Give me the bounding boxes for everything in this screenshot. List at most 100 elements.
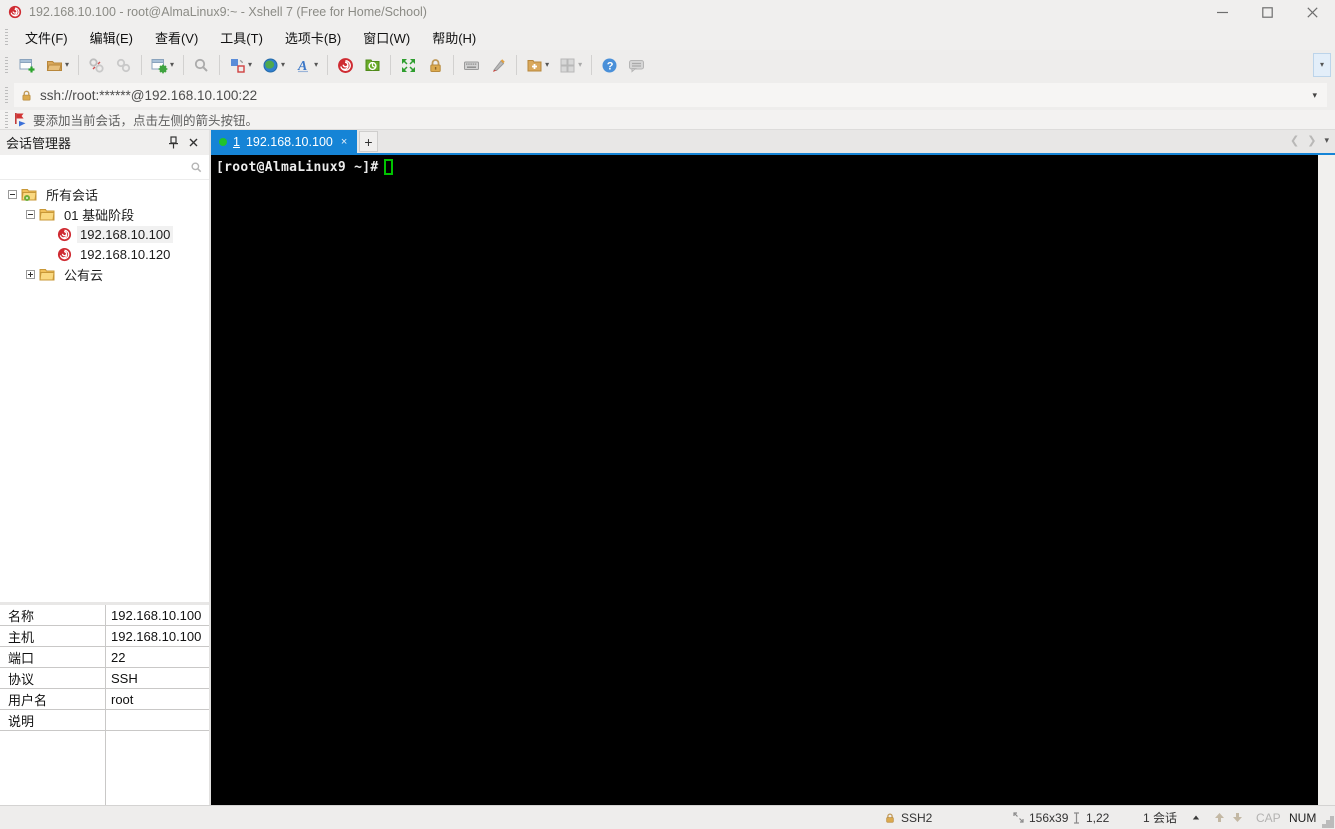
new-terminal-icon	[526, 57, 543, 74]
tree-item-folder-cloud[interactable]: 公有云	[0, 264, 209, 284]
menu-edit[interactable]: 编辑(E)	[79, 24, 144, 51]
web-globe-button[interactable]: ▾	[258, 52, 289, 78]
tree-item-label[interactable]: 01 基础阶段	[61, 204, 137, 225]
reconnect-icon	[115, 57, 132, 74]
maximize-button[interactable]	[1245, 0, 1290, 24]
tab-scroll-right-icon[interactable]: ❯	[1307, 134, 1316, 147]
scroll-down-icon[interactable]	[1231, 811, 1244, 824]
tree-item-label[interactable]: 192.168.10.100	[77, 225, 174, 243]
terminal-cursor	[383, 159, 393, 175]
new-terminal-dropdown-icon[interactable]: ▾	[545, 61, 549, 69]
menu-help[interactable]: 帮助(H)	[421, 24, 487, 51]
terminal-screen[interactable]: [root@AlmaLinux9 ~]#	[211, 155, 1335, 805]
tree-item-all-sessions[interactable]: 所有会话	[0, 184, 209, 204]
status-protocol: SSH2	[884, 806, 932, 829]
menu-window[interactable]: 窗口(W)	[352, 24, 421, 51]
infobar: 要添加当前会话，点击左侧的箭头按钮。	[0, 110, 1335, 130]
new-terminal-button[interactable]: ▾	[522, 52, 553, 78]
status-session-count[interactable]: 1 会话	[1143, 806, 1200, 829]
new-session-button[interactable]	[15, 52, 40, 78]
tab-navigation: ❮ ❯ ▾	[1290, 134, 1329, 147]
expand-toggle-icon[interactable]	[26, 269, 35, 279]
resize-grip[interactable]	[1330, 824, 1334, 828]
grid-layout-dropdown-icon[interactable]: ▾	[578, 61, 582, 69]
tree-item-label[interactable]: 192.168.10.120	[77, 246, 173, 263]
status-scroll-buttons	[1213, 806, 1244, 829]
close-button[interactable]	[1290, 0, 1335, 24]
flag-icon	[14, 112, 27, 127]
xshell-logo-icon	[8, 5, 22, 19]
tree-item-session-100[interactable]: 192.168.10.100	[0, 224, 209, 244]
grid-layout-icon	[559, 57, 576, 74]
terminal-scrollbar[interactable]	[1318, 155, 1335, 805]
xftp-button[interactable]	[360, 52, 385, 78]
tree-item-folder-basic[interactable]: 01 基础阶段	[0, 204, 209, 224]
collapse-toggle-icon[interactable]	[26, 209, 35, 219]
help-button[interactable]: ?	[597, 52, 622, 78]
session-list-caret-icon[interactable]	[1192, 815, 1200, 820]
tree-item-label[interactable]: 所有会话	[43, 184, 101, 205]
session-manager-header: 会话管理器	[0, 130, 209, 155]
highlighter-button[interactable]	[486, 52, 511, 78]
collapse-toggle-icon[interactable]	[8, 189, 17, 199]
folder-gear-icon	[21, 187, 38, 202]
status-session-text: 1 会话	[1143, 811, 1178, 825]
menu-file[interactable]: 文件(F)	[14, 24, 79, 51]
toolbar-separator	[219, 55, 221, 75]
menubar: 文件(F) 编辑(E) 查看(V) 工具(T) 选项卡(B) 窗口(W) 帮助(…	[0, 24, 1335, 50]
highlighter-icon	[490, 57, 507, 74]
address-input[interactable]: ssh://root:******@192.168.10.100:22 ▾	[14, 83, 1327, 107]
property-label: 主机	[8, 629, 35, 645]
open-session-dropdown-icon[interactable]: ▾	[65, 61, 69, 69]
toolbar-overflow-button[interactable]: ▾	[1313, 53, 1331, 77]
tree-item-session-120[interactable]: 192.168.10.120	[0, 244, 209, 264]
open-session-button[interactable]: ▾	[42, 52, 73, 78]
infobar-drag-handle[interactable]	[5, 111, 8, 128]
virtual-keyboard-button[interactable]	[459, 52, 484, 78]
tab-close-icon[interactable]: ×	[339, 136, 349, 148]
feedback-button[interactable]	[624, 52, 649, 78]
disconnect-button[interactable]	[84, 52, 109, 78]
property-value: 22	[111, 649, 126, 665]
session-properties-dropdown-icon[interactable]: ▾	[170, 61, 174, 69]
menu-tabs[interactable]: 选项卡(B)	[274, 24, 352, 51]
reconnect-button[interactable]	[111, 52, 136, 78]
tile-layout-button[interactable]: ▾	[225, 52, 256, 78]
find-button[interactable]	[189, 52, 214, 78]
menu-view[interactable]: 查看(V)	[144, 24, 209, 51]
xshell-button[interactable]	[333, 52, 358, 78]
tile-layout-dropdown-icon[interactable]: ▾	[248, 61, 252, 69]
addressbar-drag-handle[interactable]	[5, 87, 8, 103]
menu-tools[interactable]: 工具(T)	[209, 24, 274, 51]
folder-icon	[39, 267, 56, 282]
addressbar: ssh://root:******@192.168.10.100:22 ▾	[0, 80, 1335, 110]
terminal-line: [root@AlmaLinux9 ~]#	[216, 159, 1335, 175]
tree-item-label[interactable]: 公有云	[61, 264, 106, 285]
grid-layout-button[interactable]: ▾	[555, 52, 586, 78]
lock-button[interactable]	[423, 52, 448, 78]
search-icon[interactable]	[190, 161, 203, 174]
tab-list-dropdown-icon[interactable]: ▾	[1324, 135, 1329, 146]
tab-scroll-left-icon[interactable]: ❮	[1290, 134, 1299, 147]
menubar-drag-handle[interactable]	[5, 29, 8, 45]
new-session-icon	[19, 57, 36, 74]
scroll-up-icon[interactable]	[1213, 811, 1226, 824]
titlebar: 192.168.10.100 - root@AlmaLinux9:~ - Xsh…	[0, 0, 1335, 24]
address-dropdown-icon[interactable]: ▾	[1308, 90, 1321, 101]
tab-session-100[interactable]: 1 192.168.10.100 ×	[211, 130, 357, 153]
pin-panel-button[interactable]	[163, 133, 183, 153]
toolbar-overflow-icon: ▾	[1319, 60, 1324, 69]
close-panel-button[interactable]	[183, 133, 203, 153]
status-terminal-size[interactable]: 156x39	[1013, 806, 1068, 829]
minimize-button[interactable]	[1200, 0, 1245, 24]
toolbar-drag-handle[interactable]	[5, 57, 8, 73]
session-properties-button[interactable]: ▾	[147, 52, 178, 78]
fullscreen-button[interactable]	[396, 52, 421, 78]
disconnect-icon	[88, 57, 105, 74]
font-dropdown-icon[interactable]: ▾	[314, 61, 318, 69]
status-cursor-position[interactable]: 1,22	[1072, 806, 1109, 829]
web-globe-dropdown-icon[interactable]: ▾	[281, 61, 285, 69]
new-tab-button[interactable]: +	[359, 131, 378, 152]
session-search-input[interactable]	[6, 160, 190, 174]
font-button[interactable]: A ▾	[291, 52, 322, 78]
